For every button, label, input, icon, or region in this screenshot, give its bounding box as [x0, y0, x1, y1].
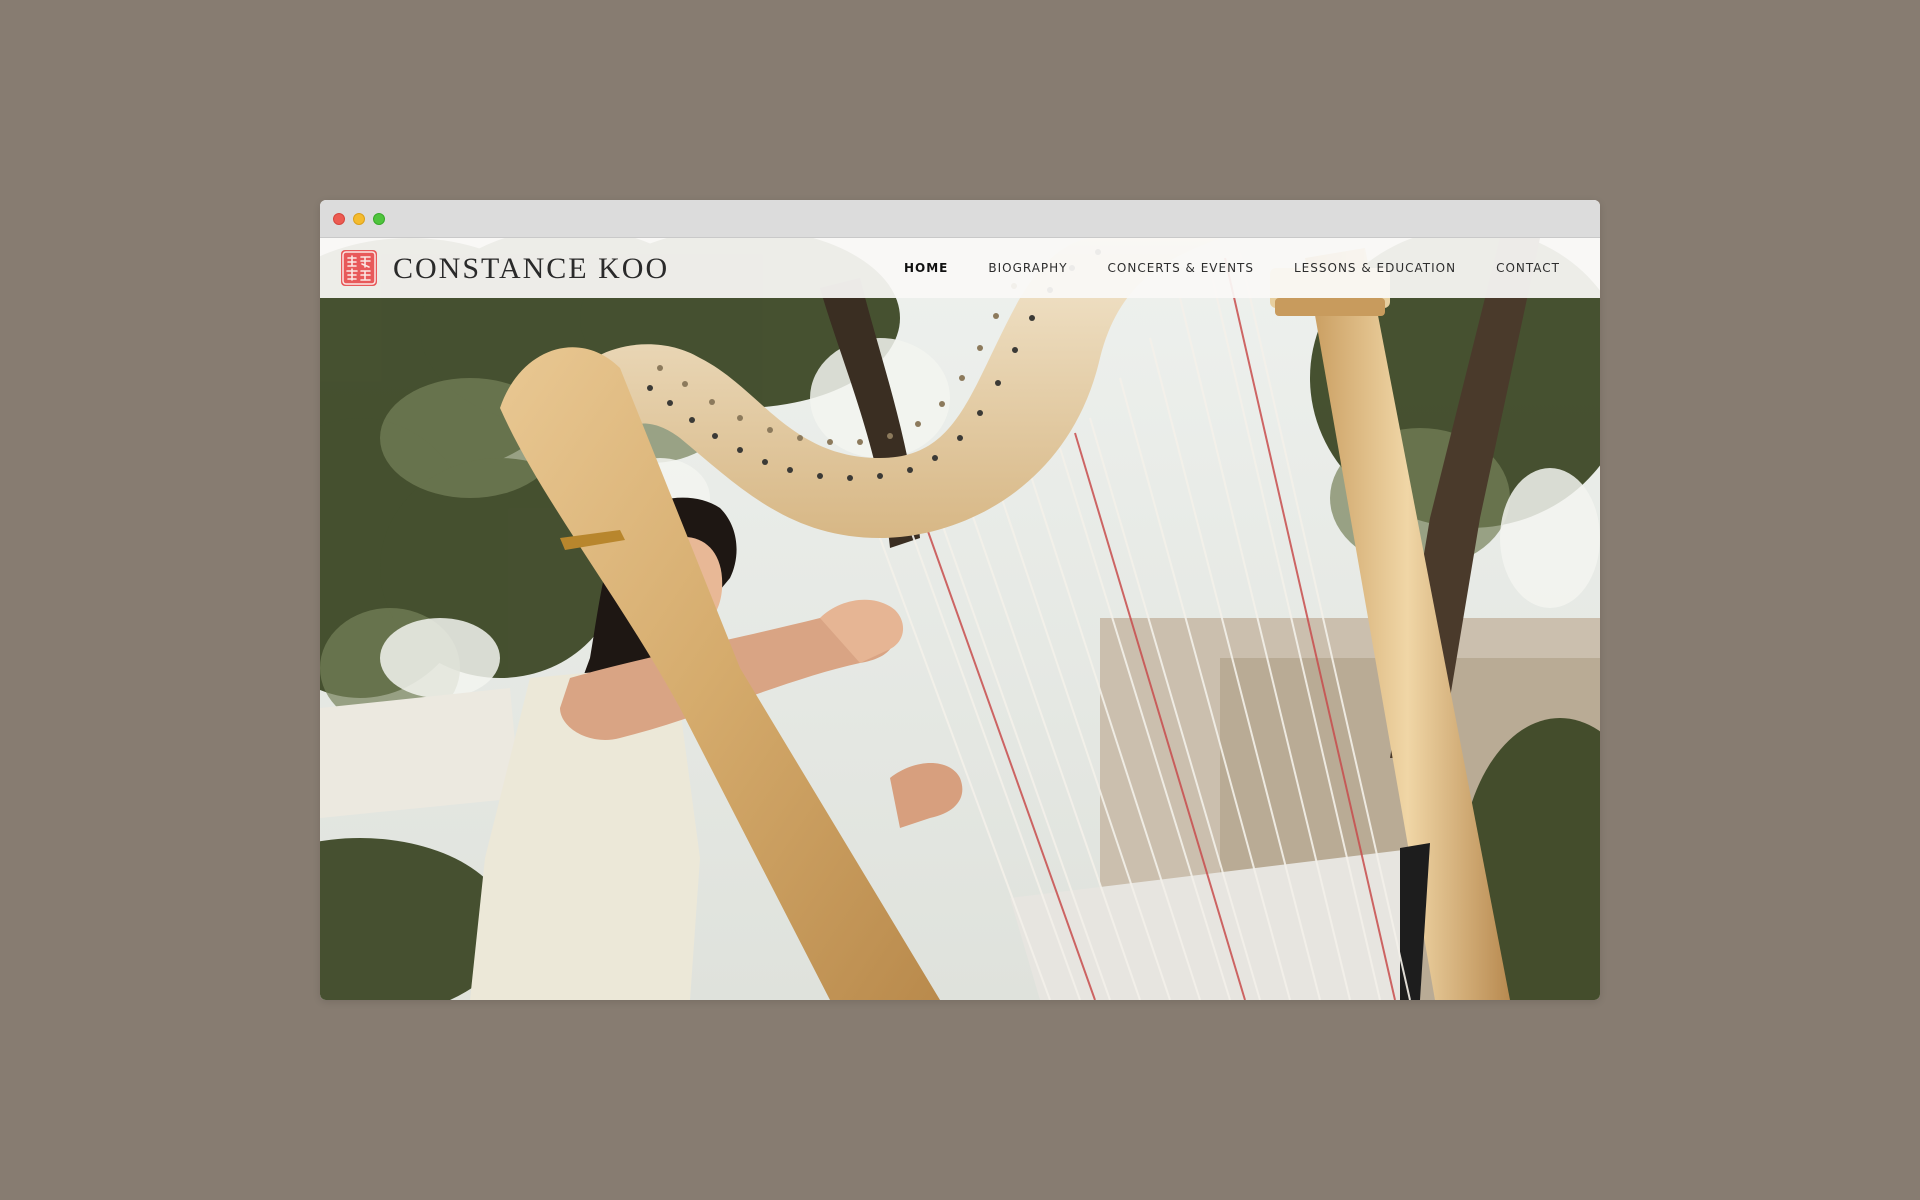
- nav-item-lessons-education[interactable]: LESSONS & EDUCATION: [1274, 261, 1476, 275]
- maximize-dot-icon[interactable]: [373, 213, 385, 225]
- harpist-photo-image: [320, 238, 1600, 1000]
- site-header: CONSTANCE KOO HOME BIOGRAPHY CONCERTS & …: [320, 238, 1600, 298]
- site-title[interactable]: CONSTANCE KOO: [393, 251, 669, 287]
- main-nav: HOME BIOGRAPHY CONCERTS & EVENTS LESSONS…: [884, 238, 1600, 298]
- hero-photo-harpist: [320, 238, 1600, 1000]
- browser-titlebar: [320, 200, 1600, 238]
- nav-item-home[interactable]: HOME: [884, 261, 968, 275]
- browser-window: CONSTANCE KOO HOME BIOGRAPHY CONCERTS & …: [320, 200, 1600, 1000]
- chinese-seal-logo-icon[interactable]: [341, 250, 377, 286]
- minimize-dot-icon[interactable]: [353, 213, 365, 225]
- nav-item-concerts-events[interactable]: CONCERTS & EVENTS: [1088, 261, 1274, 275]
- nav-item-biography[interactable]: BIOGRAPHY: [968, 261, 1087, 275]
- nav-item-contact[interactable]: CONTACT: [1476, 261, 1600, 275]
- close-dot-icon[interactable]: [333, 213, 345, 225]
